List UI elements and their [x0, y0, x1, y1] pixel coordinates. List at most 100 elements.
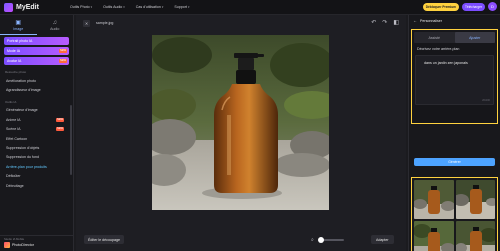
audio-icon: ♫	[52, 19, 58, 26]
top-bar: MyEdit Outils Photo ▾ Outils Audio ▾ Cas d…	[0, 0, 500, 15]
new-badge: NEW	[59, 49, 67, 53]
prompt-value: dans un jardin zen japonais	[424, 61, 468, 65]
prompt-box: Assisté Ajuster Décrivez votre arrière-p…	[411, 29, 498, 124]
image-canvas[interactable]	[152, 35, 329, 210]
sidebar-item-label: Suppression du fond	[6, 155, 39, 160]
sidebar-item-ai-portrait[interactable]: Portrait photo IA	[4, 37, 69, 45]
tab-assisted[interactable]: Assisté	[414, 32, 455, 43]
edit-crop-button[interactable]: Éditer le découpage	[84, 235, 124, 244]
zoom-control: ⌕	[311, 237, 344, 243]
sidebar-item-label: Effet Cartoon	[6, 136, 28, 141]
tab-audio[interactable]: ♫ Audio	[37, 15, 74, 35]
tab-label: Audio	[50, 26, 60, 31]
unlock-premium-button[interactable]: Débloquer Premium	[422, 2, 459, 11]
result-image	[414, 221, 454, 251]
redo-icon[interactable]: ↷	[382, 19, 387, 26]
compare-icon[interactable]: ◧	[393, 19, 399, 26]
result-thumbnail-1[interactable]	[414, 180, 454, 219]
sidebar-item-product-background[interactable]: Arrière-plan pour produits	[0, 162, 73, 171]
sidebar-item-label: Anime IA	[6, 117, 21, 122]
file-name: sample.jpg	[96, 21, 114, 25]
sidebar-item-label: Scène IA	[6, 127, 21, 132]
result-image	[455, 221, 495, 251]
result-image	[455, 180, 495, 219]
sidebar-item-bg-removal[interactable]: Suppression du fond	[0, 153, 73, 162]
nav-audio-tools[interactable]: Outils Audio ▾	[103, 5, 125, 9]
nav-label: Cas d'utilisation	[135, 5, 161, 9]
new-badge: NEW	[56, 117, 64, 122]
generate-button[interactable]: Générer	[414, 158, 495, 166]
tab-adjust[interactable]: Ajuster	[454, 32, 495, 43]
sidebar-item-label: Défloûter	[6, 174, 21, 179]
sidebar-item-photo-enhance[interactable]: Amélioration photo	[0, 76, 73, 85]
close-icon[interactable]: ✕	[83, 19, 90, 27]
section-heading: Outils IA	[5, 99, 17, 104]
nav-use-cases[interactable]: Cas d'utilisation ▾	[136, 5, 164, 9]
sidebar-item-label: Générateur d'image	[6, 108, 38, 113]
photodirector-link[interactable]: PhotoDirector	[4, 242, 74, 248]
sidebar-item-upscaler[interactable]: Agrandisseur d'image	[0, 85, 73, 94]
avatar[interactable]: D	[488, 2, 497, 11]
sidebar-item-object-removal[interactable]: Suppression d'objets	[0, 143, 73, 152]
media-tabs: ▣ Image ♫ Audio	[0, 15, 73, 35]
product-photo	[152, 35, 329, 210]
sidebar-item-cartoon[interactable]: Effet Cartoon	[0, 134, 73, 143]
zoom-slider-handle[interactable]	[317, 237, 324, 243]
result-thumbnail-3[interactable]	[414, 221, 454, 251]
sidebar: ▣ Image ♫ Audio Portrait photo IA Mode I…	[0, 15, 74, 251]
sidebar-scrollbar[interactable]	[70, 105, 72, 175]
char-counter: 26/200	[482, 99, 490, 102]
customize-panel: ← Personnaliser Assisté Ajuster Décrivez…	[408, 15, 500, 251]
fit-button[interactable]: Adapter	[371, 235, 394, 244]
history-actions: ↶ ↷ ◧	[365, 19, 399, 26]
tab-image[interactable]: ▣ Image	[0, 15, 37, 35]
sidebar-item-deblur[interactable]: Défloûter	[0, 172, 73, 181]
back-arrow-icon[interactable]: ←	[413, 18, 417, 23]
editor-toolbar: ✕ sample.jpg ↶ ↷ ◧	[76, 15, 406, 31]
sidebar-item-denoise[interactable]: Débruitage	[0, 181, 73, 190]
nav-label: Support	[174, 5, 187, 9]
panel-title: Personnaliser	[420, 18, 442, 23]
sidebar-item-ai-avatar[interactable]: Avatar IA NEW	[4, 57, 69, 65]
sidebar-item-label: Mode IA	[7, 49, 21, 53]
editor-bottom-bar: Éditer le découpage ⌕ Adapter	[76, 229, 406, 251]
photodirector-icon	[4, 242, 10, 248]
image-icon: ▣	[15, 19, 22, 26]
sidebar-item-ai-mode[interactable]: Mode IA NEW	[4, 47, 69, 55]
sidebar-item-label: Portrait photo IA	[7, 39, 33, 43]
main-nav: Outils Photo ▾ Outils Audio ▾ Cas d'utilis…	[70, 5, 200, 9]
result-thumbnail-4[interactable]	[455, 221, 495, 251]
app-logo[interactable]: MyEdit	[4, 2, 60, 12]
footer-label: Studio IA Mobile	[4, 237, 25, 241]
sidebar-item-label: Suppression d'objets	[6, 146, 40, 151]
chevron-down-icon: ▾	[161, 5, 164, 9]
nav-label: Outils Photo	[70, 5, 90, 9]
tab-label: Image	[13, 26, 24, 31]
zoom-icon[interactable]: ⌕	[311, 237, 314, 243]
top-actions: Débloquer Premium Télécharger D	[422, 2, 497, 11]
result-thumbnail-2[interactable]	[455, 180, 495, 219]
new-badge: NEW	[59, 59, 67, 63]
sidebar-item-ai-scene[interactable]: Scène IA NEW	[0, 125, 73, 134]
new-badge: NEW	[56, 127, 64, 132]
chevron-down-icon: ▾	[187, 5, 190, 9]
nav-support[interactable]: Support ▾	[174, 5, 189, 9]
section-heading: Retouche photo	[5, 70, 27, 74]
download-button[interactable]: Télécharger	[461, 2, 485, 11]
undo-icon[interactable]: ↶	[371, 19, 376, 26]
nav-photo-tools[interactable]: Outils Photo ▾	[70, 5, 92, 9]
results-grid	[411, 177, 498, 251]
chevron-down-icon: ▾	[90, 5, 93, 9]
sidebar-item-label: Amélioration photo	[6, 78, 36, 83]
app-window: MyEdit Outils Photo ▾ Outils Audio ▾ Cas d…	[0, 0, 500, 251]
result-image	[414, 180, 454, 219]
sidebar-item-image-generator[interactable]: Générateur d'image	[0, 106, 73, 115]
panel-header: ← Personnaliser	[409, 15, 500, 26]
sidebar-footer: Studio IA Mobile PhotoDirector	[0, 235, 74, 251]
sidebar-item-label: Arrière-plan pour produits	[6, 164, 47, 169]
photodirector-label: PhotoDirector	[12, 243, 34, 247]
sidebar-item-ai-anime[interactable]: Anime IA NEW	[0, 115, 73, 124]
sidebar-item-label: Avatar IA	[7, 59, 22, 63]
zoom-slider[interactable]	[317, 237, 344, 243]
background-prompt-input[interactable]: dans un jardin zen japonais 26/200	[415, 55, 494, 105]
